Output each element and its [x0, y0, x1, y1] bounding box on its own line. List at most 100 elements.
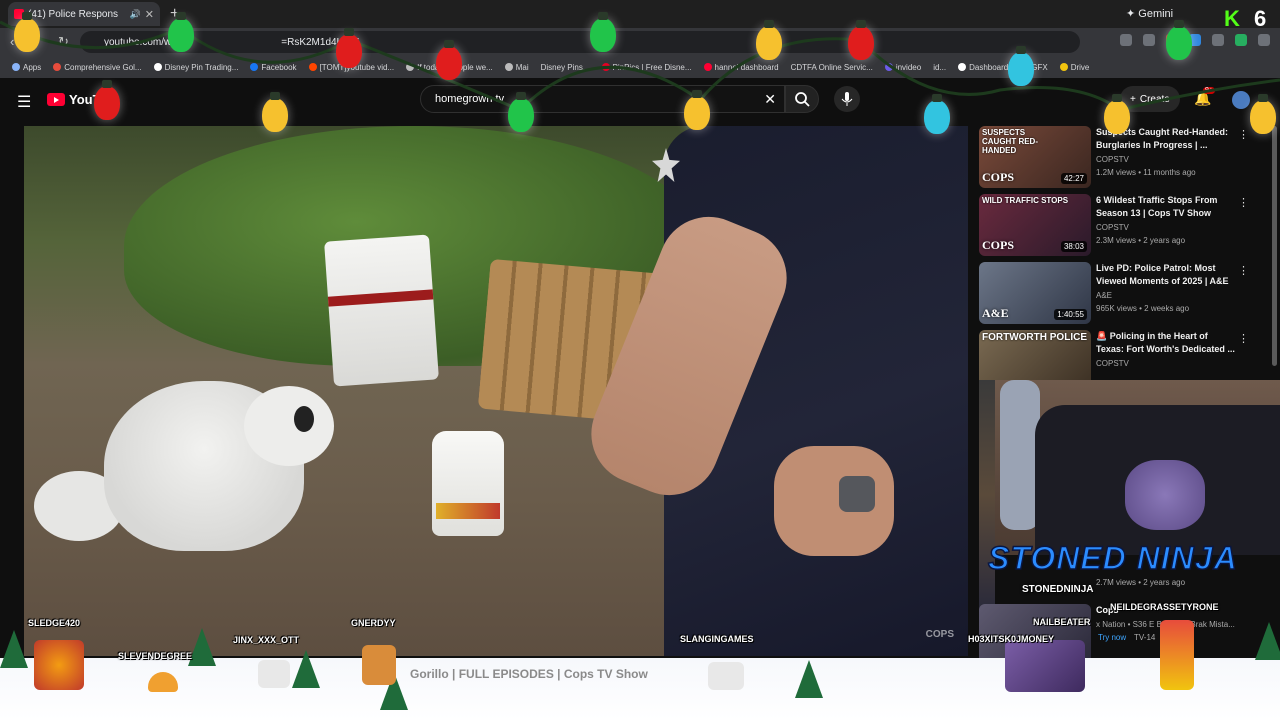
bookmark-item[interactable]: Facebook: [250, 63, 297, 72]
viewer-sprite: [1160, 620, 1194, 690]
youtube-header: ☰ YouT homegrown tv ✕ + Create 🔔 9+: [0, 78, 1280, 122]
more-actions-icon[interactable]: ⋮: [1238, 128, 1249, 141]
bookmark-item[interactable]: id...: [933, 63, 946, 72]
bookmark-item[interactable]: hannel dashboard: [703, 63, 779, 72]
extensions-row: [1120, 34, 1270, 46]
channel-name[interactable]: COPSTV: [1096, 223, 1129, 232]
search-input[interactable]: homegrown tv ✕: [420, 85, 785, 113]
extension-icon[interactable]: [1235, 34, 1247, 46]
pine-tree-icon: [292, 650, 320, 688]
video-duration: 38:03: [1060, 241, 1087, 252]
profile-icon[interactable]: [1258, 34, 1270, 46]
pine-tree-icon: [1255, 622, 1280, 660]
thumbnail-logo: A&E: [982, 306, 1009, 320]
christmas-bulb-icon: [262, 92, 288, 132]
create-button[interactable]: + Create: [1120, 86, 1180, 112]
plus-icon: +: [1130, 93, 1136, 105]
christmas-bulb-icon: [508, 92, 534, 132]
bookmark-item[interactable]: Mai: [504, 63, 529, 72]
video-duration: 1:40:55: [1054, 309, 1087, 320]
bookmark-item[interactable]: PinPics | Free Disne...: [601, 63, 692, 72]
viewer-sprite: [1005, 640, 1085, 692]
christmas-bulb-icon: [756, 20, 782, 60]
audio-icon: 🔊: [129, 8, 141, 19]
channel-name[interactable]: COPSTV: [1096, 359, 1129, 368]
bottom-video-title: Gorillo | FULL EPISODES | Cops TV Show: [410, 667, 648, 681]
menu-icon[interactable]: ☰: [17, 92, 31, 112]
bookmark-item[interactable]: CDTFA Online Servic...: [791, 63, 873, 72]
tab-title: (41) Police Respons: [28, 8, 119, 20]
video-player[interactable]: COPS: [24, 126, 968, 656]
video-title[interactable]: 🚨 Policing in the Heart of Texas: Fort W…: [1096, 330, 1236, 356]
video-meta: 965K views • 2 weeks ago: [1096, 304, 1190, 313]
shirt-graphic: [1125, 460, 1205, 530]
more-actions-icon[interactable]: ⋮: [1238, 264, 1249, 277]
bookmark-item[interactable]: invideo: [884, 63, 921, 72]
bookmark-item[interactable]: Disney Pins...: [541, 63, 590, 72]
christmas-bulb-icon: [924, 94, 950, 134]
video-thumbnail[interactable]: A&E 1:40:55: [979, 262, 1091, 324]
channel-watermark[interactable]: COPS: [926, 629, 954, 640]
video-title[interactable]: Live PD: Police Patrol: Most Viewed Mome…: [1096, 262, 1236, 288]
reload-icon[interactable]: ↻: [58, 34, 69, 50]
christmas-bulb-icon: [848, 20, 874, 60]
more-actions-icon[interactable]: ⋮: [1238, 332, 1249, 345]
video-thumbnail[interactable]: WILD TRAFFIC STOPS COPS 38:03: [979, 194, 1091, 256]
stream-brand-username: STONEDNINJA: [1022, 584, 1094, 595]
video-meta: 2.3M views • 2 years ago: [1096, 236, 1186, 245]
voice-search-button[interactable]: [834, 86, 860, 112]
bookmark-item[interactable]: Apps: [12, 63, 41, 72]
viewer-username: H03XITSK0JMONEY: [968, 634, 1055, 644]
video-meta: 1.2M views • 11 months ago: [1096, 168, 1196, 177]
viewer-username: NEILDEGRASSETYRONE: [1110, 602, 1219, 612]
bookmark-item[interactable]: Dashboard: [958, 63, 1008, 72]
youtube-logo[interactable]: YouT: [47, 92, 101, 107]
thumbnail-caption: FORTWORTH POLICE: [982, 332, 1087, 343]
recommended-video[interactable]: SUSPECTS CAUGHT RED-HANDED COPS 42:27 Su…: [979, 126, 1269, 192]
viewer-username: NAILBEATER: [1033, 617, 1091, 627]
video-frame-dog: [34, 351, 344, 571]
channel-name[interactable]: COPSTV: [1096, 155, 1129, 164]
pine-tree-icon: [188, 628, 216, 666]
bookmark-star-icon[interactable]: [1143, 34, 1155, 46]
install-icon[interactable]: [1120, 34, 1132, 46]
more-actions-icon[interactable]: ⋮: [1238, 196, 1249, 209]
thumbnail-logo: COPS: [982, 170, 1015, 184]
clear-search-icon[interactable]: ✕: [764, 91, 776, 108]
try-now-badge[interactable]: Try now: [1098, 633, 1126, 642]
search-button[interactable]: [785, 85, 819, 113]
christmas-bulb-icon: [590, 12, 616, 52]
bookmark-item[interactable]: Drive: [1059, 63, 1089, 72]
viewer-username: SLEDGE420: [28, 618, 81, 628]
thumbnail-caption: WILD TRAFFIC STOPS: [982, 196, 1069, 205]
recommended-video[interactable]: A&E 1:40:55 Live PD: Police Patrol: Most…: [979, 262, 1269, 328]
viewer-username: SLANGINGAMES: [680, 634, 754, 644]
video-frame-jug: [432, 431, 504, 536]
address-bar[interactable]: youtube.com/w =RsK2M1d4URM: [80, 31, 1080, 53]
christmas-bulb-icon: [168, 12, 194, 52]
microphone-icon: [841, 92, 853, 106]
christmas-bulb-icon: [1166, 20, 1192, 60]
bookmark-item[interactable]: Disney Pin Trading...: [153, 63, 238, 72]
bookmark-item[interactable]: Comprehensive Gol...: [53, 63, 142, 72]
video-frame-hand: [774, 446, 894, 556]
thumbnail-caption: SUSPECTS CAUGHT RED-HANDED: [982, 128, 1038, 155]
viewer-username: JINX_XXX_OTT: [233, 635, 300, 645]
stream-brand-logo: STONED NINJA: [987, 539, 1238, 577]
christmas-bulb-icon: [436, 40, 462, 80]
viewer-sprite: [708, 662, 744, 690]
notification-count-badge: 9+: [1203, 87, 1215, 94]
channel-name[interactable]: A&E: [1096, 291, 1112, 300]
youtube-play-icon: [47, 93, 65, 106]
extensions-puzzle-icon[interactable]: [1212, 34, 1224, 46]
video-thumbnail[interactable]: SUSPECTS CAUGHT RED-HANDED COPS 42:27: [979, 126, 1091, 188]
account-avatar[interactable]: [1232, 91, 1250, 109]
sidebar-scrollbar[interactable]: [1272, 126, 1277, 366]
viewer-username: GNERDYY: [351, 618, 396, 628]
partial-video-views: 2.7M views • 2 years ago: [1096, 578, 1186, 587]
christmas-bulb-icon: [1104, 94, 1130, 134]
video-title[interactable]: 6 Wildest Traffic Stops From Season 13 |…: [1096, 194, 1236, 220]
gemini-button[interactable]: ✦ Gemini: [1126, 7, 1173, 20]
recommended-video[interactable]: WILD TRAFFIC STOPS COPS 38:03 6 Wildest …: [979, 194, 1269, 260]
close-tab-icon[interactable]: ✕: [145, 8, 154, 21]
